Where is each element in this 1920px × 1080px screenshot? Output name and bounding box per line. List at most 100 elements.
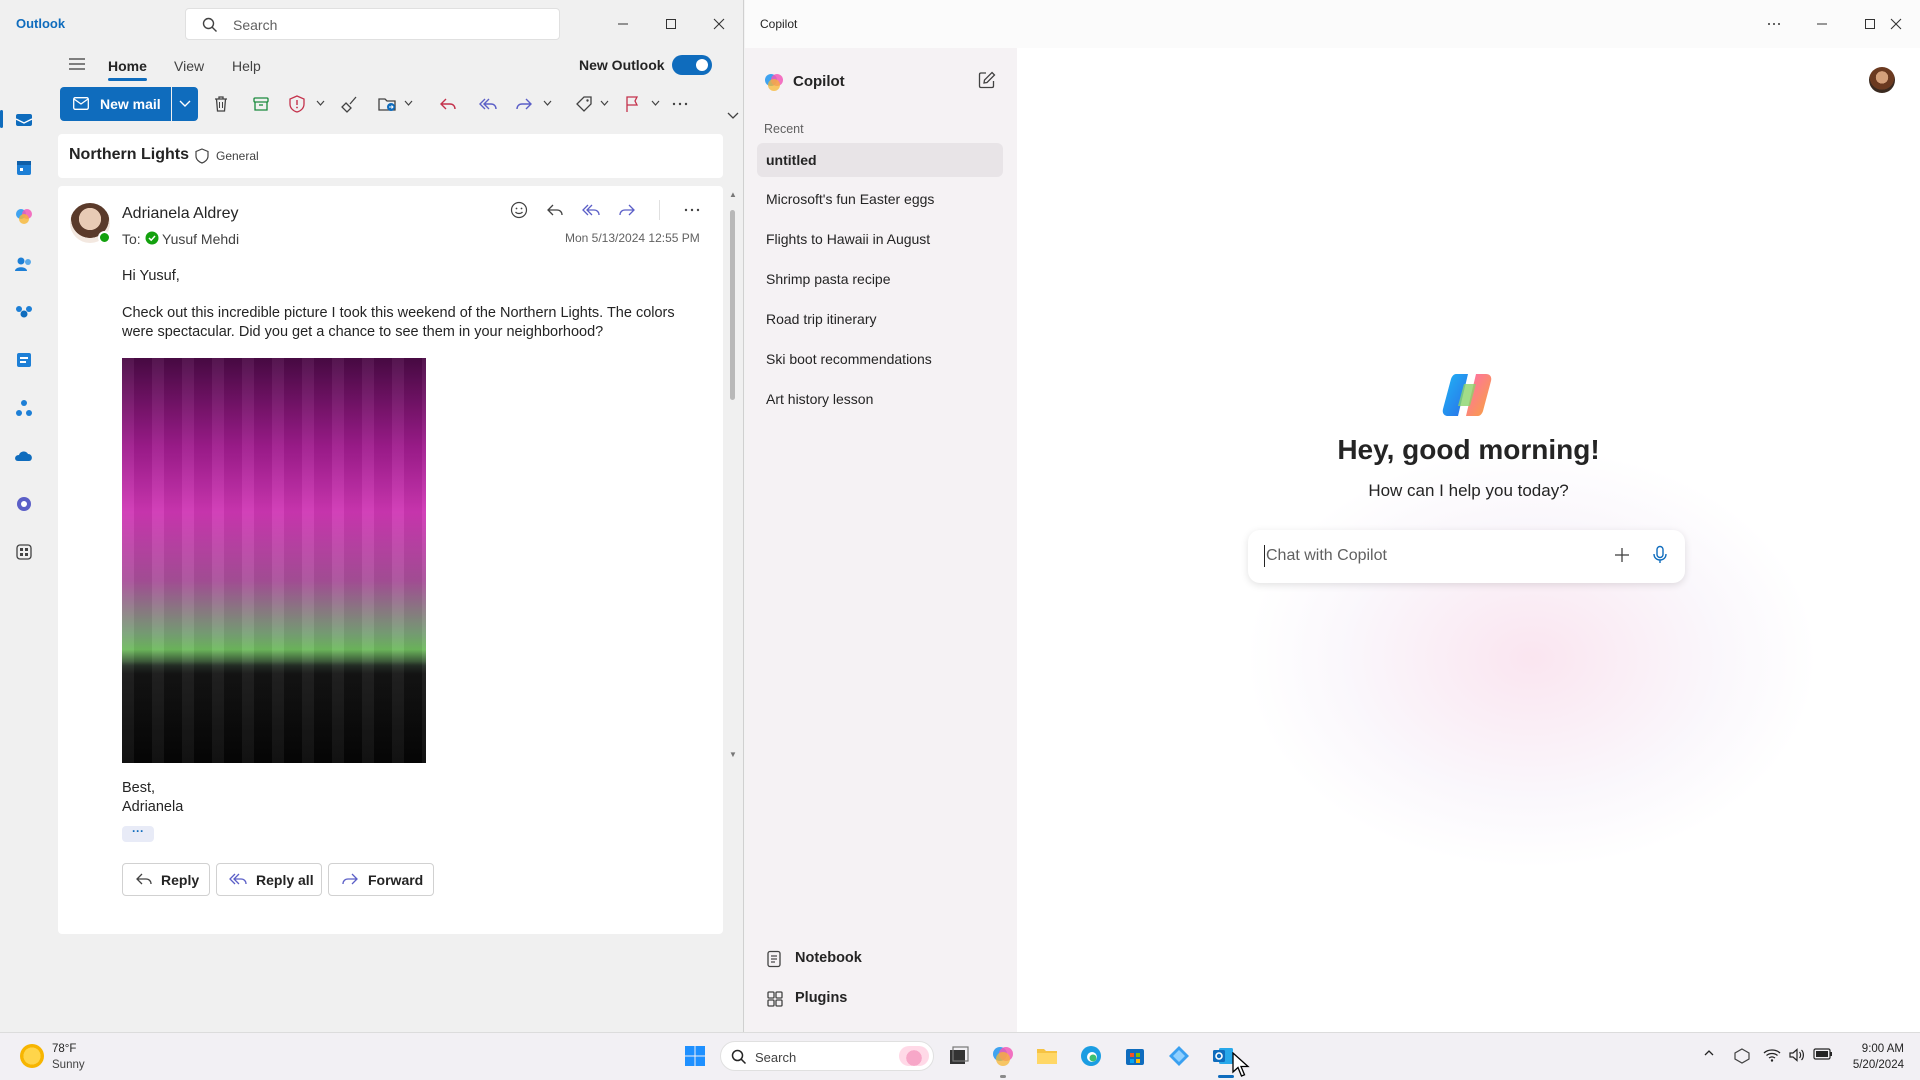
reply-icon[interactable] <box>545 200 565 220</box>
recent-item-easter-eggs[interactable]: Microsoft's fun Easter eggs <box>757 179 1003 219</box>
flag-icon[interactable] <box>622 94 642 114</box>
org-explorer-icon[interactable] <box>14 350 34 370</box>
sender-name[interactable]: Adrianela Aldrey <box>122 205 239 223</box>
tab-view[interactable]: View <box>174 58 204 74</box>
clock-date[interactable]: 5/20/2024 <box>1836 1059 1904 1071</box>
ribbon-collapse-icon[interactable] <box>727 112 739 120</box>
viva-icon[interactable] <box>14 494 34 514</box>
recent-item-art-history[interactable]: Art history lesson <box>757 379 1003 419</box>
recent-item-untitled[interactable]: untitled <box>757 143 1003 177</box>
move-to-folder-icon[interactable] <box>377 94 397 114</box>
file-explorer-icon[interactable] <box>1035 1044 1059 1068</box>
more-options-button[interactable] <box>1751 8 1797 40</box>
chevron-down-icon <box>179 100 191 107</box>
chevron-up-icon[interactable] <box>1703 1047 1715 1059</box>
forward-icon[interactable] <box>514 94 534 114</box>
recent-item-shrimp-pasta[interactable]: Shrimp pasta recipe <box>757 259 1003 299</box>
hamburger-menu-icon[interactable] <box>68 56 86 72</box>
more-options-icon <box>1768 23 1780 25</box>
notebook-link[interactable]: Notebook <box>795 950 862 966</box>
more-apps-icon[interactable] <box>14 542 34 562</box>
microsoft-store-icon[interactable] <box>1123 1044 1147 1068</box>
react-emoji-icon[interactable] <box>509 200 529 220</box>
forward-icon <box>342 873 358 885</box>
running-app-indicator <box>1000 1075 1006 1078</box>
close-button[interactable] <box>1873 8 1919 40</box>
forward-icon[interactable] <box>617 200 637 220</box>
chevron-down-icon[interactable] <box>316 100 325 106</box>
pinned-app-icon[interactable] <box>1167 1044 1191 1068</box>
reply-all-icon[interactable] <box>478 94 498 114</box>
reply-all-icon[interactable] <box>581 200 601 220</box>
clock-time[interactable]: 9:00 AM <box>1856 1043 1904 1055</box>
plugins-icon[interactable] <box>766 990 784 1008</box>
minimize-button[interactable] <box>600 8 646 40</box>
search-highlight-icon <box>899 1046 929 1066</box>
delete-icon[interactable] <box>211 94 231 114</box>
archive-icon[interactable] <box>251 94 271 114</box>
mail-icon[interactable] <box>14 110 34 130</box>
recent-item-hawaii-flights[interactable]: Flights to Hawaii in August <box>757 219 1003 259</box>
recent-item-ski-boots[interactable]: Ski boot recommendations <box>757 339 1003 379</box>
onedrive-icon[interactable] <box>14 446 34 466</box>
wifi-icon[interactable] <box>1763 1047 1781 1063</box>
calendar-icon[interactable] <box>14 158 34 178</box>
minimize-icon <box>618 23 628 25</box>
chat-input-box[interactable] <box>1248 530 1685 583</box>
task-view-icon[interactable] <box>947 1044 971 1068</box>
reply-all-button[interactable]: Reply all <box>216 863 322 896</box>
network-status-icon[interactable] <box>1733 1047 1751 1065</box>
reply-all-icon <box>229 873 247 885</box>
chat-input[interactable] <box>1264 545 1594 567</box>
notebook-icon[interactable] <box>766 950 782 968</box>
groups-icon[interactable] <box>14 302 34 322</box>
battery-icon[interactable] <box>1813 1047 1833 1061</box>
show-more-button[interactable]: ··· <box>122 825 154 842</box>
new-chat-icon[interactable] <box>978 71 996 89</box>
edge-browser-icon[interactable] <box>1079 1044 1103 1068</box>
new-mail-dropdown[interactable] <box>172 87 198 121</box>
chevron-down-icon[interactable] <box>543 100 552 106</box>
plugins-link[interactable]: Plugins <box>795 990 847 1006</box>
volume-icon[interactable] <box>1788 1047 1806 1063</box>
scrollbar-thumb[interactable] <box>730 210 735 400</box>
sensitivity-label: General <box>216 149 259 163</box>
new-mail-button[interactable]: New mail <box>60 87 171 121</box>
report-icon[interactable] <box>287 94 307 114</box>
reply-button[interactable]: Reply <box>122 863 210 896</box>
new-outlook-toggle[interactable] <box>672 55 712 75</box>
tab-home[interactable]: Home <box>108 58 147 74</box>
tab-help[interactable]: Help <box>232 58 261 74</box>
sun-icon[interactable] <box>20 1044 44 1068</box>
windows-start-icon[interactable] <box>684 1045 706 1067</box>
copilot-icon[interactable] <box>14 206 34 226</box>
user-avatar[interactable] <box>1869 67 1895 93</box>
sweep-icon[interactable] <box>340 94 360 114</box>
minimize-button[interactable] <box>1799 8 1845 40</box>
recent-item-road-trip[interactable]: Road trip itinerary <box>757 299 1003 339</box>
add-attachment-icon[interactable] <box>1613 546 1631 564</box>
northern-lights-photo[interactable] <box>122 358 426 763</box>
more-options-icon[interactable] <box>670 94 690 114</box>
tag-icon[interactable] <box>574 94 594 114</box>
chevron-down-icon[interactable] <box>600 100 609 106</box>
scroll-up-arrow[interactable]: ▲ <box>729 190 737 199</box>
action-divider <box>659 200 660 220</box>
org-chart-icon[interactable] <box>14 398 34 418</box>
recipient-name[interactable]: Yusuf Mehdi <box>162 231 239 247</box>
close-button[interactable] <box>696 8 742 40</box>
weather-temperature[interactable]: 78°F <box>52 1043 76 1055</box>
chevron-down-icon[interactable] <box>651 100 660 106</box>
reply-icon[interactable] <box>438 94 458 114</box>
microphone-icon[interactable] <box>1652 545 1668 565</box>
forward-button[interactable]: Forward <box>328 863 434 896</box>
scroll-down-arrow[interactable]: ▼ <box>729 750 737 759</box>
people-icon[interactable] <box>14 254 34 274</box>
taskbar-search[interactable]: Search <box>720 1041 934 1071</box>
maximize-button[interactable] <box>648 8 694 40</box>
copilot-taskbar-icon[interactable] <box>991 1044 1015 1068</box>
outlook-search-box[interactable]: Search <box>185 8 560 40</box>
weather-description[interactable]: Sunny <box>52 1059 85 1071</box>
chevron-down-icon[interactable] <box>404 100 413 106</box>
more-options-icon[interactable] <box>682 200 702 220</box>
